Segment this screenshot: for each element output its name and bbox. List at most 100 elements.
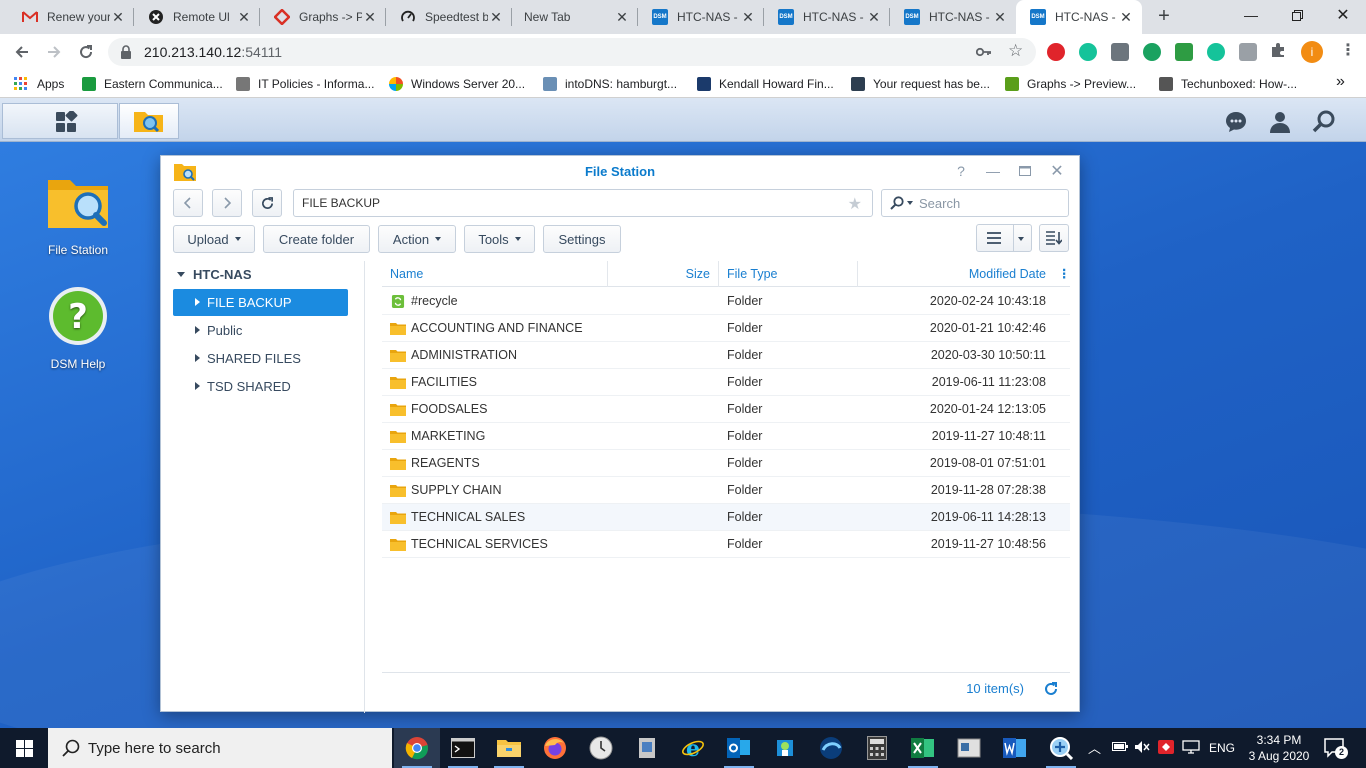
extensions-puzzle-icon[interactable] bbox=[1270, 42, 1286, 63]
close-icon[interactable]: ✕ bbox=[236, 9, 252, 26]
forward-button[interactable] bbox=[42, 40, 66, 64]
tab-remote[interactable]: Remote Ul ✕ bbox=[134, 0, 260, 34]
table-row[interactable]: TECHNICAL SALES Folder 2019-06-11 14:28:13 bbox=[382, 504, 1070, 531]
extension-lastpass-icon[interactable] bbox=[1047, 43, 1065, 61]
key-icon[interactable] bbox=[975, 44, 992, 60]
new-tab-button[interactable]: + bbox=[1152, 6, 1176, 28]
tab-speedtest[interactable]: Speedtest b ✕ bbox=[386, 0, 512, 34]
table-row[interactable]: REAGENTS Folder 2019-08-01 07:51:01 bbox=[382, 450, 1070, 477]
tab-htc-nas-1[interactable]: DSM HTC-NAS - ✕ bbox=[638, 0, 764, 34]
extension-evernote-icon[interactable] bbox=[1143, 43, 1161, 61]
close-icon[interactable]: ✕ bbox=[362, 9, 378, 26]
tools-button[interactable]: Tools bbox=[464, 225, 535, 253]
close-icon[interactable]: ✕ bbox=[614, 9, 630, 26]
notifications-chat-icon[interactable] bbox=[1224, 110, 1248, 134]
main-menu-button[interactable] bbox=[2, 103, 118, 139]
path-bar[interactable]: FILE BACKUP ★ bbox=[293, 189, 873, 217]
tab-htc-nas-2[interactable]: DSM HTC-NAS - ✕ bbox=[764, 0, 890, 34]
column-name[interactable]: Name bbox=[390, 261, 423, 287]
tree-root[interactable]: HTC-NAS bbox=[177, 267, 252, 282]
table-row[interactable]: ACCOUNTING AND FINANCE Folder 2020-01-21 1… bbox=[382, 315, 1070, 342]
upload-button[interactable]: Upload bbox=[173, 225, 255, 253]
tab-gmail[interactable]: Renew your ✕ bbox=[8, 0, 134, 34]
search-dropdown-icon[interactable] bbox=[907, 201, 913, 205]
user-options-icon[interactable] bbox=[1268, 110, 1292, 134]
extension-grammarly-2-icon[interactable] bbox=[1207, 43, 1225, 61]
volume-muted-icon[interactable] bbox=[1134, 740, 1150, 757]
table-row[interactable]: FACILITIES Folder 2019-06-11 11:23:08 bbox=[382, 369, 1070, 396]
table-row[interactable]: FOODSALES Folder 2020-01-24 12:13:05 bbox=[382, 396, 1070, 423]
bookmark-your-request[interactable]: Your request has be... bbox=[851, 76, 990, 92]
profile-avatar[interactable]: i bbox=[1301, 41, 1323, 63]
taskbar-excel-icon[interactable] bbox=[900, 728, 946, 768]
tab-new-tab[interactable]: New Tab ✕ bbox=[512, 0, 638, 34]
taskbar-terminal-icon[interactable] bbox=[440, 728, 486, 768]
table-row[interactable]: SUPPLY CHAIN Folder 2019-11-28 07:28:38 bbox=[382, 477, 1070, 504]
taskbar-app-icon[interactable] bbox=[624, 728, 670, 768]
battery-tray-icon[interactable] bbox=[1112, 740, 1128, 755]
taskbar-search-input[interactable]: Type here to search bbox=[48, 728, 392, 768]
close-icon[interactable]: ✕ bbox=[110, 9, 126, 26]
column-file-type[interactable]: File Type bbox=[727, 261, 778, 287]
restore-window-button[interactable] bbox=[1274, 0, 1320, 30]
taskbar-document-app-icon[interactable] bbox=[946, 728, 992, 768]
desktop-icon-file-station[interactable]: File Station bbox=[30, 170, 126, 257]
taskbar-file-explorer-icon[interactable] bbox=[486, 728, 532, 768]
system-clock[interactable]: 3:34 PM 3 Aug 2020 bbox=[1236, 732, 1322, 764]
bookmark-windows-server[interactable]: Windows Server 20... bbox=[389, 76, 525, 92]
forward-button[interactable] bbox=[212, 189, 242, 217]
bookmark-kendall-howard[interactable]: Kendall Howard Fin... bbox=[697, 76, 834, 92]
taskbar-chrome-icon[interactable] bbox=[394, 728, 440, 768]
tree-item-public[interactable]: Public bbox=[173, 317, 348, 344]
help-icon[interactable]: ? bbox=[952, 162, 970, 180]
tree-item-file-backup[interactable]: FILE BACKUP bbox=[173, 289, 348, 316]
taskbar-browser-icon[interactable] bbox=[808, 728, 854, 768]
taskbar-word-icon[interactable] bbox=[992, 728, 1038, 768]
column-size[interactable]: Size bbox=[618, 261, 710, 287]
network-tray-icon[interactable] bbox=[1182, 740, 1200, 757]
taskbar-magnifier-icon[interactable] bbox=[1038, 728, 1084, 768]
bookmark-techunboxed[interactable]: Techunboxed: How-... bbox=[1159, 76, 1297, 92]
close-icon[interactable]: ✕ bbox=[866, 9, 882, 26]
close-icon[interactable]: ✕ bbox=[740, 9, 756, 26]
settings-button[interactable]: Settings bbox=[543, 225, 621, 253]
tree-item-shared-files[interactable]: SHARED FILES bbox=[173, 345, 348, 372]
refresh-button[interactable] bbox=[252, 189, 282, 217]
tree-item-tsd-shared[interactable]: TSD SHARED bbox=[173, 373, 348, 400]
language-indicator[interactable]: ENG bbox=[1209, 741, 1235, 755]
search-input[interactable]: Search bbox=[881, 189, 1069, 217]
minimize-icon[interactable]: — bbox=[984, 162, 1002, 180]
close-icon[interactable]: ✕ bbox=[1048, 162, 1066, 180]
antivirus-tray-icon[interactable] bbox=[1158, 740, 1174, 757]
tab-htc-nas-active[interactable]: DSM HTC-NAS - ✕ bbox=[1016, 0, 1142, 34]
favorite-star-icon[interactable]: ★ bbox=[848, 194, 862, 214]
action-center-button[interactable]: 2 bbox=[1324, 737, 1348, 762]
tab-graphs[interactable]: Graphs -> P ✕ bbox=[260, 0, 386, 34]
bookmark-star-icon[interactable]: ☆ bbox=[1008, 41, 1023, 61]
close-window-button[interactable]: ✕ bbox=[1320, 0, 1366, 30]
table-row[interactable]: TECHNICAL SERVICES Folder 2019-11-27 10:48… bbox=[382, 531, 1070, 558]
extension-screenshot-icon[interactable] bbox=[1239, 43, 1257, 61]
taskbar-clock-app-icon[interactable] bbox=[578, 728, 624, 768]
back-button[interactable] bbox=[10, 40, 34, 64]
show-hidden-icons-chevron-icon[interactable]: ︿ bbox=[1088, 738, 1101, 757]
table-row[interactable]: MARKETING Folder 2019-11-27 10:48:11 bbox=[382, 423, 1070, 450]
taskbar-firefox-icon[interactable] bbox=[532, 728, 578, 768]
action-button[interactable]: Action bbox=[378, 225, 456, 253]
close-icon[interactable]: ✕ bbox=[488, 9, 504, 26]
close-icon[interactable]: ✕ bbox=[1118, 9, 1134, 26]
reload-button[interactable] bbox=[74, 40, 98, 64]
taskbar-calculator-icon[interactable] bbox=[854, 728, 900, 768]
bookmark-eastern-communications[interactable]: Eastern Communica... bbox=[82, 76, 223, 92]
address-bar[interactable]: 210.213.140.12:54111 bbox=[108, 38, 1036, 66]
bookmark-apps[interactable]: Apps bbox=[14, 76, 64, 92]
bookmark-intodns[interactable]: intoDNS: hamburgt... bbox=[543, 76, 677, 92]
refresh-icon[interactable] bbox=[1044, 682, 1058, 696]
table-row[interactable]: ADMINISTRATION Folder 2020-03-30 10:50:11 bbox=[382, 342, 1070, 369]
tab-htc-nas-3[interactable]: DSM HTC-NAS - ✕ bbox=[890, 0, 1016, 34]
extension-keeper-icon[interactable] bbox=[1111, 43, 1129, 61]
maximize-icon[interactable] bbox=[1016, 162, 1034, 180]
back-button[interactable] bbox=[173, 189, 203, 217]
sort-button[interactable] bbox=[1039, 224, 1069, 252]
taskbar-outlook-icon[interactable] bbox=[716, 728, 762, 768]
